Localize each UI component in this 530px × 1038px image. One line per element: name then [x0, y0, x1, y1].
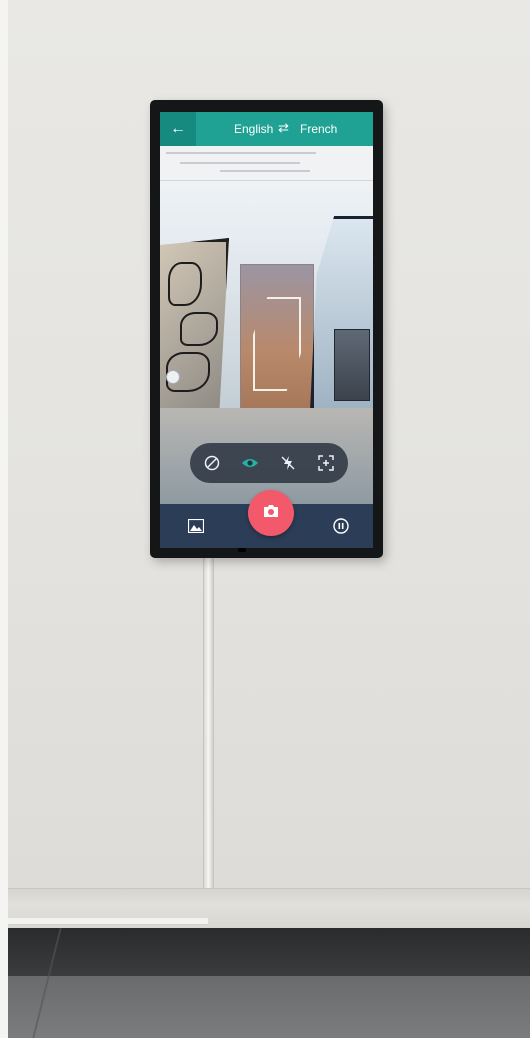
arrow-left-icon: ←: [170, 120, 186, 137]
image-gallery-icon[interactable]: [186, 516, 206, 536]
monitor-port: [238, 548, 246, 552]
rotate-lock-icon[interactable]: [194, 443, 230, 483]
artwork-panel-center: [240, 264, 314, 410]
focus-frame-icon[interactable]: [308, 443, 344, 483]
bottom-bar: [160, 490, 373, 548]
focus-dot: [166, 370, 180, 384]
artwork-panel-right: [310, 216, 373, 411]
captured-document-strip: [160, 146, 373, 181]
artwork-panel-left: [160, 238, 229, 412]
eye-icon[interactable]: [232, 443, 268, 483]
pause-circle-icon[interactable]: [330, 515, 352, 537]
swap-arrows-icon[interactable]: ⇄: [278, 120, 289, 136]
floor-dark-band: [8, 928, 530, 976]
wall-monitor: ← English ⇄ French: [150, 100, 383, 558]
back-button[interactable]: ←: [160, 112, 196, 146]
camera-controls-bar: [190, 443, 348, 483]
left-wall-edge: [0, 0, 8, 1038]
app-screen: ← English ⇄ French: [160, 112, 373, 548]
flash-off-icon[interactable]: [270, 443, 306, 483]
shutter-button[interactable]: [248, 490, 294, 536]
floor: [8, 976, 530, 1038]
app-bar: ← English ⇄ French: [160, 112, 373, 146]
camera-viewfinder[interactable]: [160, 146, 373, 504]
camera-icon: [263, 504, 279, 523]
source-language[interactable]: English: [234, 122, 273, 136]
cable-run: [8, 918, 208, 925]
target-language[interactable]: French: [300, 122, 337, 136]
cable-conduit: [203, 556, 214, 930]
